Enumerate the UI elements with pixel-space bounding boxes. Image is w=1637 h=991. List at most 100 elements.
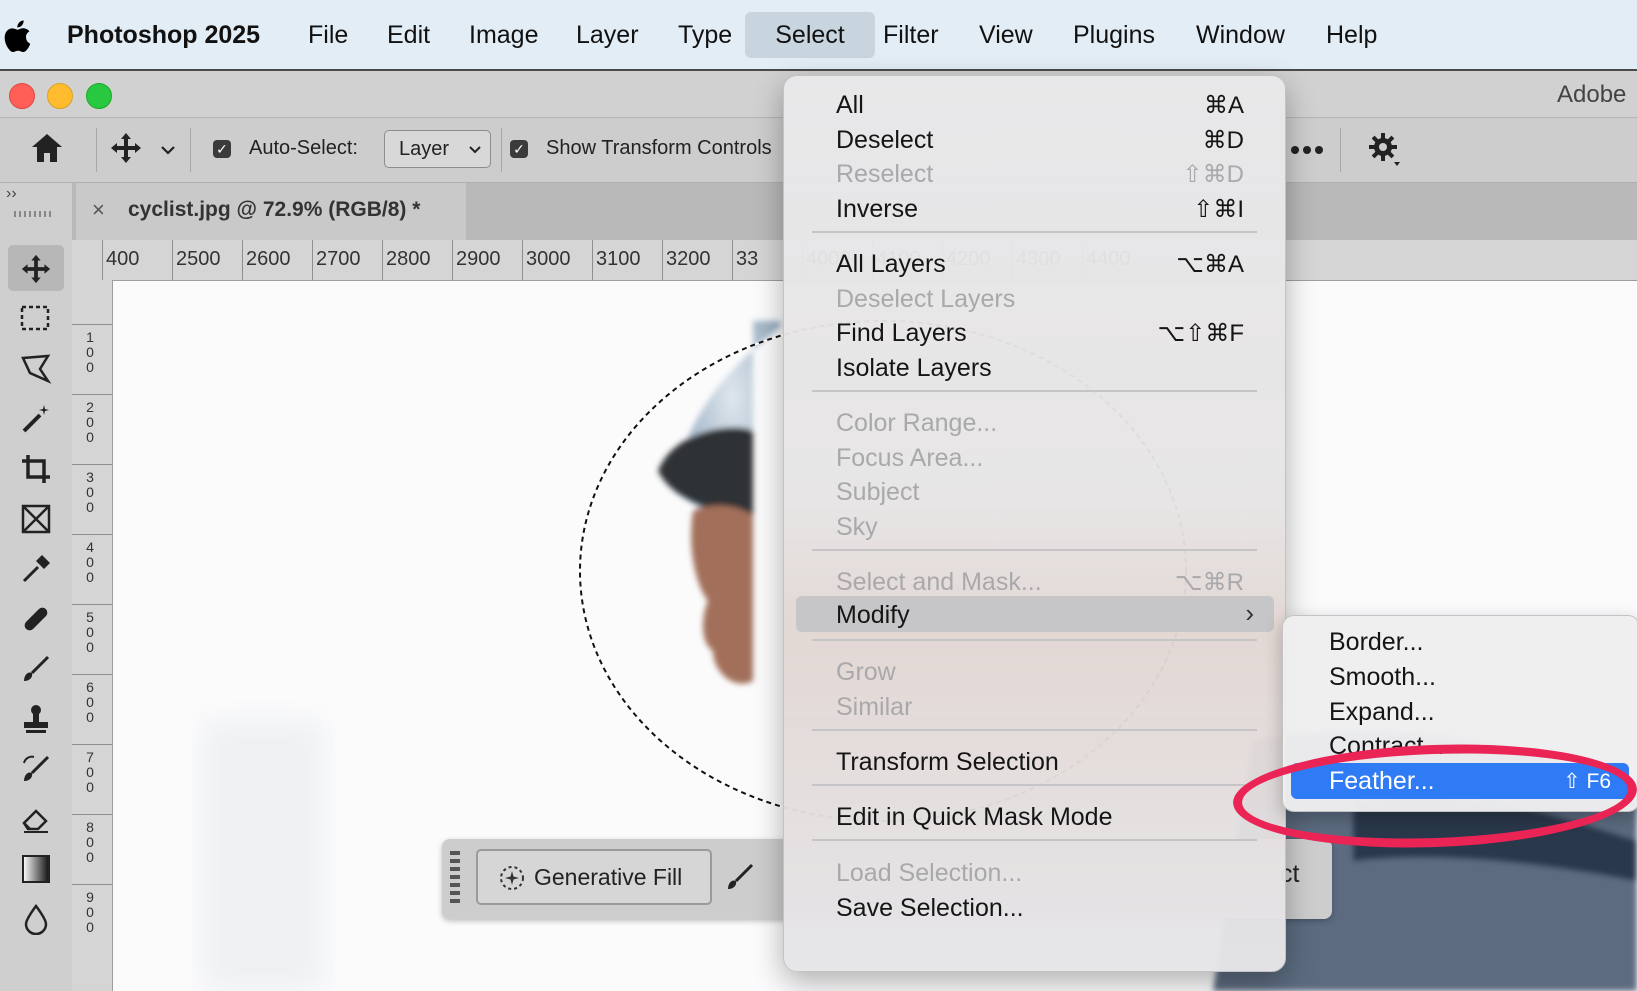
history-brush-tool[interactable]: [8, 745, 64, 791]
brush-icon[interactable]: [724, 861, 756, 893]
generative-fill-button[interactable]: Generative Fill: [476, 849, 712, 905]
lasso-icon: [21, 354, 52, 384]
ruler-label: 400: [106, 248, 140, 270]
ruler-tick: [72, 394, 112, 395]
menu-select[interactable]: Select: [745, 12, 875, 58]
show-transform-checkbox[interactable]: ✓: [510, 140, 528, 158]
magic-wand-tool[interactable]: [8, 395, 64, 441]
app-menu[interactable]: Photoshop 2025: [67, 12, 260, 58]
ruler-label: 8 0 0: [86, 819, 94, 865]
auto-select-dropdown[interactable]: Layer: [384, 130, 491, 168]
collapse-panel-icon[interactable]: ››: [6, 185, 17, 203]
menu-image[interactable]: Image: [469, 12, 538, 58]
menu-file[interactable]: File: [308, 12, 348, 58]
menu-item-all[interactable]: All ⌘A: [796, 87, 1274, 121]
menu-item-modify[interactable]: Modify ›: [796, 596, 1274, 632]
ruler-label: 6 0 0: [86, 679, 94, 725]
chevron-down-icon[interactable]: [160, 144, 176, 156]
submenu-item-smooth[interactable]: Smooth...: [1291, 659, 1629, 695]
frame-tool[interactable]: [8, 495, 64, 541]
menu-filter[interactable]: Filter: [883, 12, 939, 58]
crop-tool[interactable]: [8, 445, 64, 491]
ruler-tick: [72, 674, 112, 675]
ruler-label: 2800: [386, 248, 431, 270]
menu-item-isolate-layers[interactable]: Isolate Layers: [796, 350, 1274, 384]
menu-edit[interactable]: Edit: [387, 12, 430, 58]
gear-icon[interactable]: [1368, 132, 1402, 168]
divider: [96, 128, 97, 172]
submenu-item-border[interactable]: Border...: [1291, 624, 1629, 660]
marquee-tool[interactable]: [8, 295, 64, 341]
menu-item-transform-selection[interactable]: Transform Selection: [796, 744, 1274, 778]
ruler-tick: [522, 240, 523, 280]
bandage-icon: [24, 607, 48, 631]
submenu-item-expand[interactable]: Expand...: [1291, 694, 1629, 730]
ruler-label: 4 0 0: [86, 539, 94, 585]
submenu-item-feather[interactable]: Feather... ⇧ F6: [1291, 763, 1629, 799]
menu-item-deselect-layers: Deselect Layers: [836, 285, 1016, 313]
menu-item-all-layers[interactable]: All Layers ⌥⌘A: [796, 246, 1274, 280]
ruler-tick: [662, 240, 663, 280]
home-icon[interactable]: [30, 132, 64, 164]
maximize-window-button[interactable]: [86, 83, 112, 109]
menu-item-deselect[interactable]: Deselect ⌘D: [796, 122, 1274, 156]
menu-bar: Photoshop 2025 File Edit Image Layer Typ…: [0, 0, 1637, 71]
menu-separator: [812, 839, 1257, 841]
divider: [501, 128, 502, 172]
submenu-item-contract[interactable]: Contract...: [1291, 728, 1629, 764]
frame-icon: [21, 504, 51, 534]
document-tab[interactable]: × cyclist.jpg @ 72.9% (RGB/8) *: [76, 183, 466, 240]
drop-icon: [24, 903, 48, 935]
menu-item-select-and-mask: Select and Mask... ⌥⌘R: [836, 568, 1244, 596]
apple-icon[interactable]: [4, 20, 32, 52]
menu-item-color-range: Color Range...: [836, 409, 998, 437]
minimize-window-button[interactable]: [47, 83, 73, 109]
menu-separator: [812, 729, 1257, 731]
eraser-icon: [22, 809, 48, 833]
show-transform-label: Show Transform Controls: [546, 137, 772, 159]
move-icon[interactable]: [109, 131, 143, 165]
eraser-tool[interactable]: [8, 795, 64, 841]
move-tool[interactable]: [8, 245, 64, 291]
ruler-label: 2900: [456, 248, 501, 270]
brush-tool[interactable]: [8, 645, 64, 691]
close-tab-icon[interactable]: ×: [92, 197, 105, 223]
menu-item-find-layers[interactable]: Find Layers ⌥⇧⌘F: [796, 315, 1274, 349]
eyedropper-tool[interactable]: [8, 545, 64, 591]
lasso-tool[interactable]: [8, 345, 64, 391]
task-bar-grip[interactable]: [450, 851, 460, 907]
auto-select-value: Layer: [399, 138, 450, 160]
modify-submenu: Border... Smooth... Expand... Contract..…: [1282, 615, 1637, 812]
ruler-label: 3100: [596, 248, 641, 270]
menu-item-inverse[interactable]: Inverse ⇧⌘I: [796, 191, 1274, 225]
ruler-label: 2600: [246, 248, 291, 270]
menu-item-focus-area: Focus Area...: [836, 444, 984, 472]
window-title: Adobe: [1557, 81, 1627, 108]
menu-window[interactable]: Window: [1196, 12, 1285, 58]
marquee-icon: [20, 305, 50, 331]
clone-stamp-tool[interactable]: [8, 695, 64, 741]
crop-icon: [22, 455, 50, 483]
healing-brush-tool[interactable]: [8, 595, 64, 641]
blur-tool[interactable]: [8, 895, 64, 941]
menu-type[interactable]: Type: [678, 12, 732, 58]
select-menu-dropdown: All ⌘A Deselect ⌘D Reselect ⇧⌘D Inverse ⇧⌘I …: [783, 75, 1286, 972]
ruler-tick: [72, 604, 112, 605]
gradient-tool[interactable]: [8, 845, 64, 891]
ruler-tick: [72, 744, 112, 745]
menu-help[interactable]: Help: [1326, 12, 1377, 58]
auto-select-checkbox[interactable]: ✓: [213, 140, 231, 158]
menu-plugins[interactable]: Plugins: [1073, 12, 1155, 58]
menu-separator: [812, 390, 1257, 392]
menu-view[interactable]: View: [979, 12, 1033, 58]
menu-item-save-selection[interactable]: Save Selection...: [796, 890, 1274, 924]
ruler-label: 2700: [316, 248, 361, 270]
more-icon[interactable]: [1290, 145, 1324, 155]
ruler-label: 1 0 0: [86, 329, 94, 375]
menu-item-quick-mask[interactable]: Edit in Quick Mask Mode: [796, 799, 1274, 833]
divider: [190, 128, 191, 172]
panel-grip[interactable]: [14, 211, 54, 217]
close-window-button[interactable]: [9, 83, 35, 109]
magic-wand-icon: [22, 405, 49, 433]
menu-layer[interactable]: Layer: [576, 12, 639, 58]
